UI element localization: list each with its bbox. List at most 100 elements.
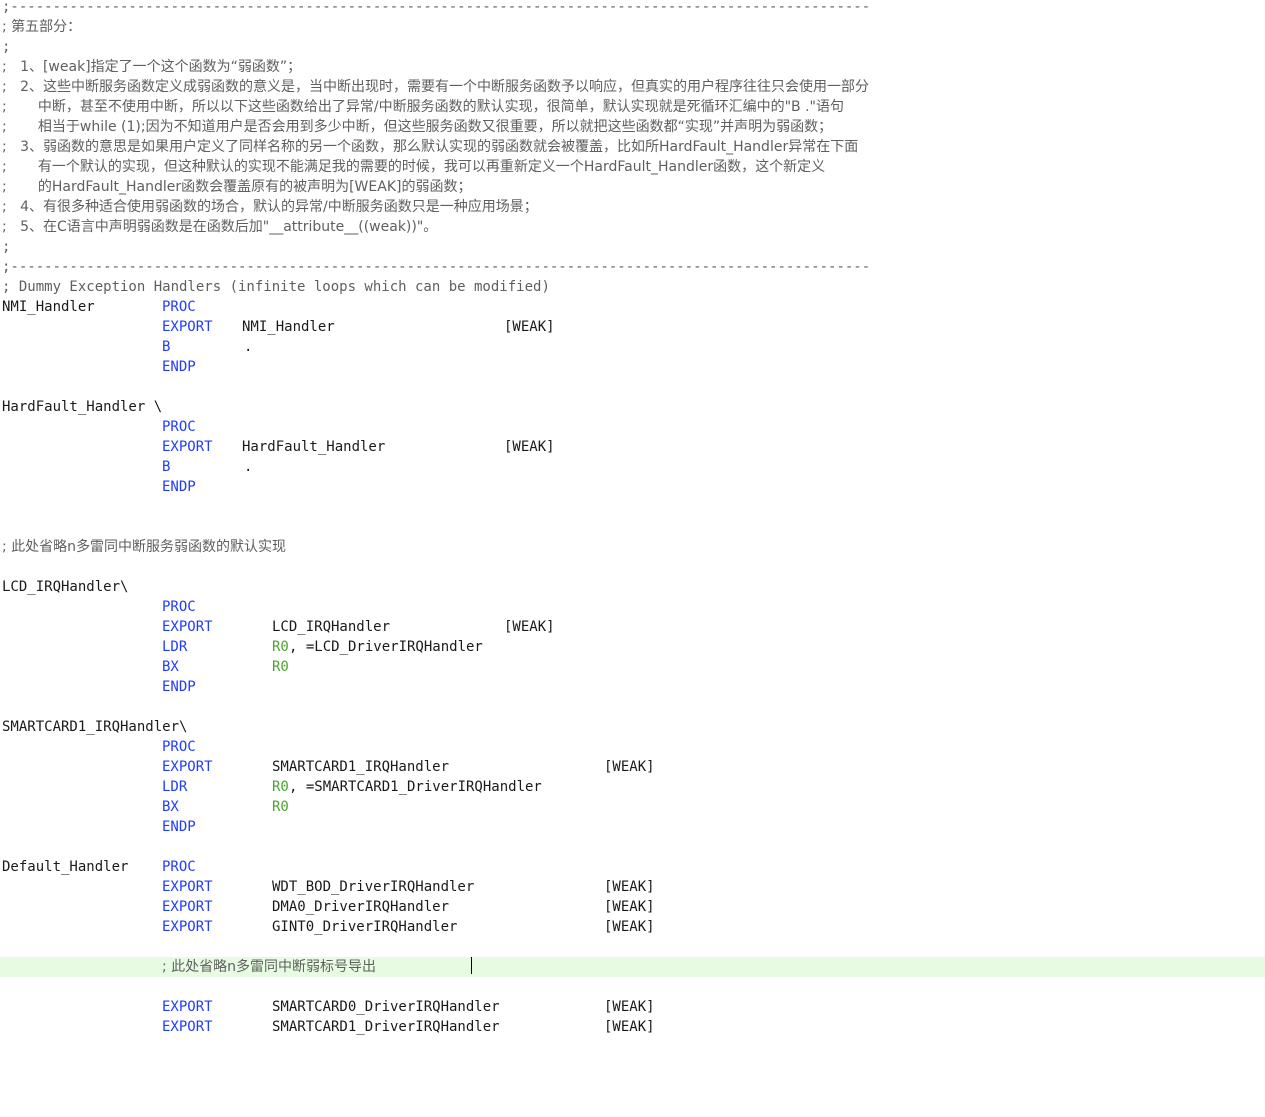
code-line: ; [0, 237, 1265, 257]
comment-blank: ; [2, 39, 11, 55]
symbol-name: DMA0_DriverIRQHandler [272, 899, 450, 915]
weak-attribute: [WEAK] [604, 759, 655, 775]
code-line: PROC [0, 597, 1265, 617]
symbol-name: SMARTCARD1_DriverIRQHandler [272, 1019, 500, 1035]
code-line: ; Dummy Exception Handlers (infinite loo… [0, 277, 1265, 297]
code-line: ; 2、这些中断服务函数定义成弱函数的意义是，当中断出现时，需要有一个中断服务函… [0, 77, 1265, 97]
code-line: HardFault_Handler \ [0, 397, 1265, 417]
symbol-name: LCD_IRQHandler [272, 619, 391, 635]
directive-proc: PROC [162, 419, 196, 435]
register-r0: R0 [272, 799, 289, 815]
directive-endp: ENDP [162, 359, 196, 375]
comment-item-2b: ; 中断，甚至不使用中断，所以以下这些函数给出了异常/中断服务函数的默认实现，很… [2, 99, 844, 115]
code-line: ; 5、在C语言中声明弱函数是在函数后加"__attribute__((weak… [0, 217, 1265, 237]
symbol-name: HardFault_Handler [242, 439, 386, 455]
symbol-name: NMI_Handler [242, 319, 335, 335]
comment-omitted-defaults: ; 此处省略n多雷同中断服务弱函数的默认实现 [2, 539, 287, 555]
directive-export: EXPORT [162, 319, 213, 335]
branch-target: . [244, 459, 253, 475]
directive-proc: PROC [162, 739, 196, 755]
weak-attribute: [WEAK] [504, 319, 555, 335]
directive-export: EXPORT [162, 759, 213, 775]
symbol-name: SMARTCARD1_IRQHandler [272, 759, 450, 775]
code-line: PROC [0, 737, 1265, 757]
code-line: ; 此处省略n多雷同中断服务弱函数的默认实现 [0, 537, 1265, 557]
instruction-bx: BX [162, 799, 179, 815]
code-line: EXPORT HardFault_Handler [WEAK] [0, 437, 1265, 457]
comment-dummy-title: ; Dummy Exception Handlers (infinite loo… [2, 279, 550, 295]
code-line: ; [0, 37, 1265, 57]
branch-target: . [244, 339, 253, 355]
text-caret [471, 957, 472, 974]
weak-attribute: [WEAK] [604, 919, 655, 935]
comment-blank: ; [2, 239, 11, 255]
directive-export: EXPORT [162, 439, 213, 455]
code-line: NMI_Handler PROC [0, 297, 1265, 317]
code-line: Default_Handler PROC [0, 857, 1265, 877]
code-line: EXPORT GINT0_DriverIRQHandler [WEAK] [0, 917, 1265, 937]
label-lcd-irqhandler: LCD_IRQHandler\ [2, 579, 129, 595]
symbol-name: WDT_BOD_DriverIRQHandler [272, 879, 475, 895]
code-line: ; 第五部分： [0, 17, 1265, 37]
directive-proc: PROC [162, 599, 196, 615]
register-r0: R0 [272, 659, 289, 675]
weak-attribute: [WEAK] [604, 879, 655, 895]
code-line: LCD_IRQHandler\ [0, 577, 1265, 597]
code-line: ; 的HardFault_Handler函数会覆盖原有的被声明为[WEAK]的弱… [0, 177, 1265, 197]
code-line: EXPORT WDT_BOD_DriverIRQHandler [WEAK] [0, 877, 1265, 897]
label-nmi-handler: NMI_Handler [2, 299, 95, 315]
code-line: LDR R0 , =LCD_DriverIRQHandler [0, 637, 1265, 657]
code-line: BX R0 [0, 797, 1265, 817]
ldr-operand: , =SMARTCARD1_DriverIRQHandler [289, 779, 542, 795]
comment-rule-top: ;---------------------------------------… [2, 0, 871, 15]
directive-export: EXPORT [162, 919, 213, 935]
label-default-handler: Default_Handler [2, 859, 129, 875]
code-line: EXPORT DMA0_DriverIRQHandler [WEAK] [0, 897, 1265, 917]
code-line: ; 有一个默认的实现，但这种默认的实现不能满足我的需要的时候，我可以再重新定义一… [0, 157, 1265, 177]
code-line: B . [0, 337, 1265, 357]
code-line: BX R0 [0, 657, 1265, 677]
instruction-b: B [162, 459, 171, 475]
code-line: EXPORT SMARTCARD1_IRQHandler [WEAK] [0, 757, 1265, 777]
comment-rule-bottom: ;---------------------------------------… [2, 259, 871, 275]
directive-export: EXPORT [162, 619, 213, 635]
directive-export: EXPORT [162, 999, 213, 1015]
symbol-name: SMARTCARD0_DriverIRQHandler [272, 999, 500, 1015]
code-line: EXPORT SMARTCARD0_DriverIRQHandler [WEAK… [0, 997, 1265, 1017]
code-line: ; 4、有很多种适合使用弱函数的场合，默认的异常/中断服务函数只是一种应用场景； [0, 197, 1265, 217]
code-editor[interactable]: ;---------------------------------------… [0, 0, 1265, 1046]
comment-item-3a: ; 3、弱函数的意思是如果用户定义了同样名称的另一个函数，那么默认实现的弱函数就… [2, 139, 859, 155]
code-line: ENDP [0, 677, 1265, 697]
current-line[interactable]: ; 此处省略n多雷同中断弱标号导出 [0, 957, 1265, 977]
code-line: LDR R0 , =SMARTCARD1_DriverIRQHandler [0, 777, 1265, 797]
instruction-b: B [162, 339, 171, 355]
ldr-operand: , =LCD_DriverIRQHandler [289, 639, 483, 655]
weak-attribute: [WEAK] [604, 999, 655, 1015]
label-smartcard1-irqhandler: SMARTCARD1_IRQHandler\ [2, 719, 188, 735]
code-line: PROC [0, 417, 1265, 437]
code-line: ; 相当于while (1);因为不知道用户是否会用到多少中断，但这些服务函数又… [0, 117, 1265, 137]
code-line: EXPORT NMI_Handler [WEAK] [0, 317, 1265, 337]
comment-omitted-exports: ; 此处省略n多雷同中断弱标号导出 [162, 959, 377, 975]
register-r0: R0 [272, 639, 289, 655]
code-line: ENDP [0, 357, 1265, 377]
comment-item-2c: ; 相当于while (1);因为不知道用户是否会用到多少中断，但这些服务函数又… [2, 119, 833, 135]
instruction-ldr: LDR [162, 639, 188, 655]
code-line: ;---------------------------------------… [0, 0, 1265, 17]
directive-export: EXPORT [162, 899, 213, 915]
code-line: ENDP [0, 817, 1265, 837]
weak-attribute: [WEAK] [604, 1019, 655, 1035]
code-line: ENDP [0, 477, 1265, 497]
comment-item-1: ; 1、[weak]指定了一个这个函数为“弱函数”； [2, 59, 302, 75]
directive-endp: ENDP [162, 479, 196, 495]
code-line: ;---------------------------------------… [0, 257, 1265, 277]
label-hardfault-handler: HardFault_Handler \ [2, 399, 163, 415]
code-line: EXPORT SMARTCARD1_DriverIRQHandler [WEAK… [0, 1017, 1265, 1037]
comment-section-title: ; 第五部分： [2, 19, 82, 35]
